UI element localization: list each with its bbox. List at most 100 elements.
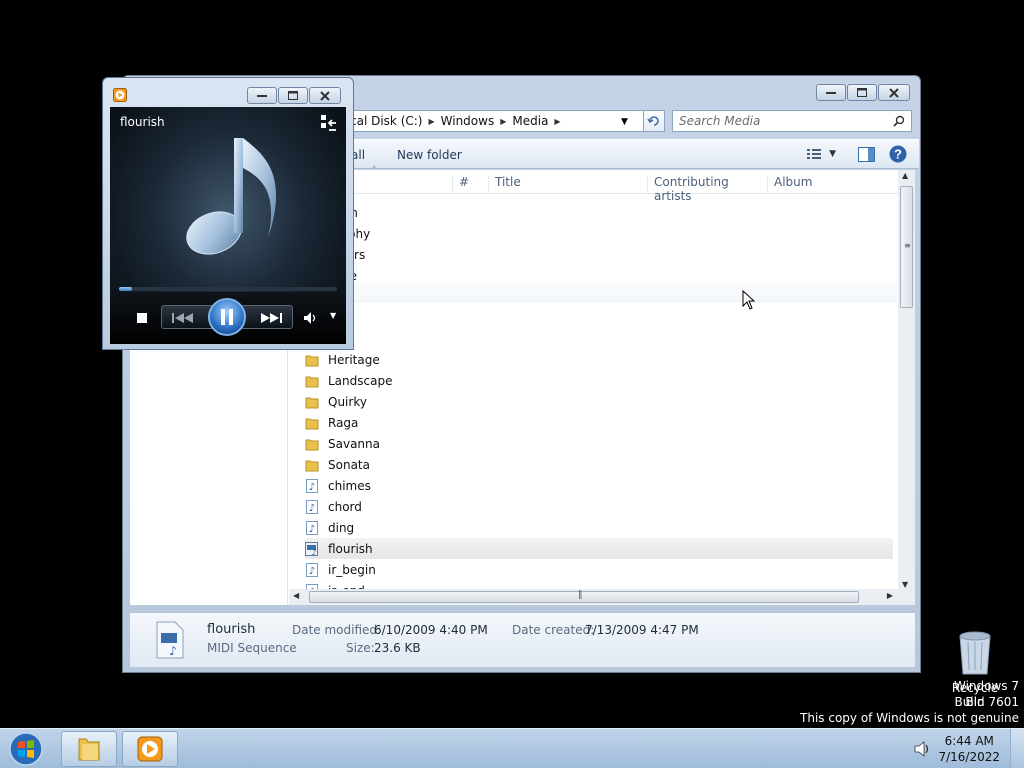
list-item[interactable]: Sonata bbox=[305, 454, 893, 475]
list-item[interactable]: Heritage bbox=[305, 349, 893, 370]
list-item[interactable]: ♪ chord bbox=[305, 496, 893, 517]
refresh-button[interactable] bbox=[643, 110, 665, 132]
volume-icon[interactable] bbox=[303, 311, 319, 325]
column-header-number[interactable]: # bbox=[452, 175, 487, 193]
list-item[interactable]: ♪ chimes bbox=[305, 475, 893, 496]
scroll-right-icon[interactable]: ▶ bbox=[887, 591, 893, 600]
item-name: ir_begin bbox=[328, 562, 376, 577]
detail-file-name: flourish bbox=[207, 622, 256, 637]
close-icon bbox=[320, 90, 330, 101]
media-player-window[interactable]: flourish ▼ bbox=[102, 77, 354, 350]
list-item[interactable]: en bbox=[305, 328, 893, 349]
svg-text:♪: ♪ bbox=[309, 482, 315, 493]
volume-tray-icon[interactable] bbox=[914, 741, 932, 757]
list-item[interactable]: val bbox=[305, 307, 893, 328]
vertical-scroll-thumb[interactable]: ≡ bbox=[900, 186, 913, 308]
group-header bbox=[289, 283, 897, 303]
detail-size-label: Size: bbox=[346, 641, 375, 655]
switch-to-library-icon[interactable] bbox=[320, 114, 338, 132]
item-name: Sonata bbox=[328, 457, 370, 472]
now-playing-title: flourish bbox=[120, 115, 165, 129]
address-segment[interactable]: Media bbox=[512, 114, 548, 128]
player-window-controls bbox=[247, 87, 341, 104]
list-item[interactable]: noon bbox=[305, 202, 893, 223]
folder-icon bbox=[305, 437, 319, 451]
file-list[interactable]: ˄ # Title Contributing artists Album noo… bbox=[289, 166, 915, 605]
detail-date-created: 7/13/2009 4:47 PM bbox=[585, 623, 699, 637]
item-name: Savanna bbox=[328, 436, 380, 451]
list-item[interactable]: cape bbox=[305, 265, 893, 286]
address-history-dropdown-icon[interactable]: ▼ bbox=[621, 117, 628, 127]
previous-icon[interactable] bbox=[170, 311, 196, 325]
clock[interactable]: 6:44 AM 7/16/2022 bbox=[938, 733, 1000, 765]
mouse-cursor-icon bbox=[742, 290, 756, 310]
pause-button[interactable] bbox=[208, 298, 246, 336]
horizontal-scroll-thumb[interactable]: ‖ bbox=[309, 590, 859, 603]
list-item[interactable]: ♪ ir_begin bbox=[305, 559, 893, 580]
column-header-artists[interactable]: Contributing artists bbox=[647, 175, 767, 203]
list-item[interactable]: Landscape bbox=[305, 370, 893, 391]
list-item[interactable]: ♪ ding bbox=[305, 517, 893, 538]
volume-dropdown-icon[interactable]: ▼ bbox=[330, 311, 336, 320]
scroll-left-icon[interactable]: ◀ bbox=[293, 591, 299, 600]
detail-date-modified: 6/10/2009 4:40 PM bbox=[374, 623, 488, 637]
player-maximize-button[interactable] bbox=[278, 87, 308, 104]
svg-text:♪: ♪ bbox=[309, 566, 315, 577]
breadcrumb-arrow-icon[interactable]: ▶ bbox=[554, 117, 560, 126]
details-pane: ♪ flourish MIDI Sequence Date modified: … bbox=[130, 612, 915, 667]
scroll-down-icon[interactable]: ▼ bbox=[902, 580, 908, 589]
preview-pane-icon[interactable] bbox=[858, 146, 875, 162]
item-name: Raga bbox=[328, 415, 359, 430]
stop-icon[interactable] bbox=[136, 312, 148, 324]
scroll-up-icon[interactable]: ▲ bbox=[902, 171, 908, 180]
help-icon[interactable]: ? bbox=[889, 145, 907, 163]
close-icon bbox=[889, 87, 899, 98]
horizontal-scrollbar[interactable]: ◀ ‖ ▶ bbox=[289, 589, 915, 605]
clock-date: 7/16/2022 bbox=[938, 750, 1000, 764]
now-playing-area: flourish ▼ bbox=[110, 107, 346, 344]
maximize-button[interactable] bbox=[847, 84, 877, 101]
watermark-os: Windows 7 bbox=[953, 679, 1019, 693]
item-name: ding bbox=[328, 520, 355, 535]
change-view-button[interactable]: ▼ bbox=[807, 148, 836, 160]
search-input[interactable]: Search Media bbox=[672, 110, 912, 132]
list-item[interactable]: Savanna bbox=[305, 433, 893, 454]
column-header-title[interactable]: Title bbox=[488, 175, 646, 193]
window-controls bbox=[816, 84, 910, 101]
taskbar-media-player-button[interactable] bbox=[122, 731, 178, 767]
vertical-scrollbar[interactable]: ▲ ≡ ▼ bbox=[898, 170, 915, 590]
breadcrumb-arrow-icon[interactable]: ▶ bbox=[428, 117, 434, 126]
address-bar[interactable]: cal Disk (C:) ▶ Windows ▶ Media ▶ bbox=[345, 110, 665, 132]
start-button[interactable] bbox=[6, 730, 48, 768]
show-desktop-button[interactable] bbox=[1010, 729, 1024, 768]
svg-text:?: ? bbox=[894, 147, 902, 162]
seek-bar[interactable] bbox=[119, 287, 337, 291]
address-segment[interactable]: Windows bbox=[441, 114, 495, 128]
list-item[interactable]: Raga bbox=[305, 412, 893, 433]
list-item[interactable]: graphy bbox=[305, 223, 893, 244]
player-minimize-button[interactable] bbox=[247, 87, 277, 104]
search-placeholder: Search Media bbox=[679, 114, 761, 128]
player-close-button[interactable] bbox=[309, 87, 341, 104]
list-item[interactable]: acters bbox=[305, 244, 893, 265]
minimize-icon bbox=[826, 91, 836, 94]
sort-up-icon: ˄ bbox=[372, 166, 377, 176]
list-item-selected[interactable]: ♪ flourish bbox=[305, 538, 893, 559]
address-segment[interactable]: cal Disk (C:) bbox=[350, 114, 422, 128]
column-header-album[interactable]: Album bbox=[767, 175, 877, 193]
svg-text:♪: ♪ bbox=[169, 644, 177, 658]
minimize-button[interactable] bbox=[816, 84, 846, 101]
list-item[interactable]: Quirky bbox=[305, 391, 893, 412]
audio-file-icon: ♪ bbox=[305, 562, 319, 577]
close-button[interactable] bbox=[878, 84, 910, 101]
column-headers: ˄ # Title Contributing artists Album bbox=[289, 166, 899, 203]
folder-icon bbox=[78, 738, 100, 761]
new-folder-button[interactable]: New folder bbox=[397, 148, 462, 162]
seek-bar-progress bbox=[119, 287, 133, 291]
next-icon[interactable] bbox=[258, 311, 284, 325]
taskbar-explorer-button[interactable] bbox=[61, 731, 117, 767]
chevron-down-icon[interactable]: ▼ bbox=[829, 149, 836, 159]
breadcrumb-arrow-icon[interactable]: ▶ bbox=[500, 117, 506, 126]
details-view-icon bbox=[807, 149, 822, 159]
item-name: Landscape bbox=[328, 373, 393, 388]
